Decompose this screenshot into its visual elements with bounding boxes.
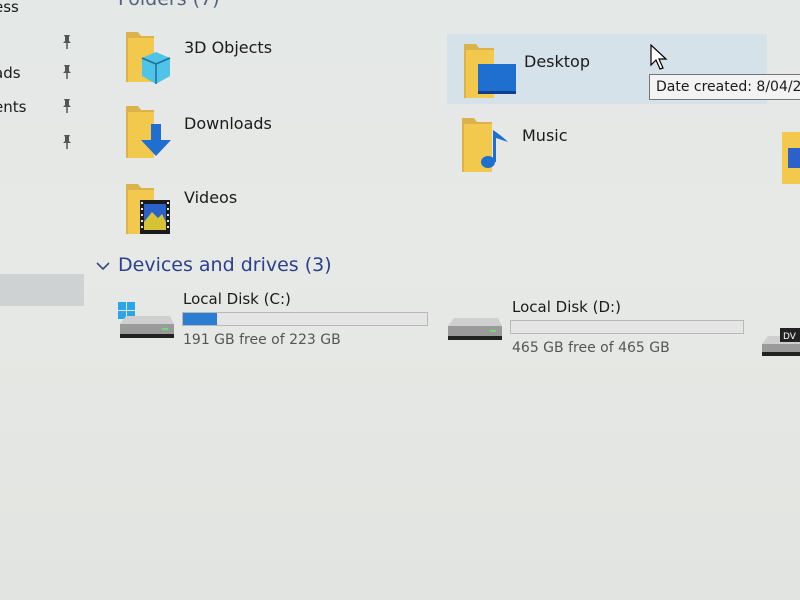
videos-folder-icon: [126, 184, 170, 234]
folder-icon-partial[interactable]: [782, 128, 800, 184]
dvd-drive-icon[interactable]: DV: [760, 322, 800, 362]
folder-videos[interactable]: Videos: [124, 180, 324, 244]
pin-icon: [63, 99, 71, 113]
nav-item-downloads[interactable]: ads: [0, 60, 84, 88]
folder-downloads[interactable]: Downloads: [124, 104, 324, 168]
folder-3d-objects[interactable]: 3D Objects: [124, 26, 324, 90]
devices-section-title: Devices and drives (3): [118, 254, 332, 276]
3d-objects-folder-icon: [126, 32, 171, 84]
windows-drive-icon: [118, 302, 174, 338]
content-area: Folders (7) 3D Objects Desktop Downloads: [92, 0, 800, 600]
folder-name: Desktop: [524, 52, 590, 71]
drive-usage-fill: [183, 313, 218, 325]
drive-free-space: 191 GB free of 223 GB: [183, 332, 341, 348]
nav-item-documents[interactable]: ents: [0, 94, 84, 122]
nav-item-pinned-4[interactable]: [0, 130, 84, 158]
drive-name: Local Disk (D:): [512, 298, 621, 316]
tooltip-text: Date created: 8/04/202: [656, 79, 800, 95]
drive-local-disk-c[interactable]: Local Disk (C:) 191 GB free of 223 GB: [116, 290, 436, 352]
folders-section-title: Folders (7): [118, 0, 220, 10]
drive-free-space: 465 GB free of 465 GB: [512, 340, 670, 356]
desktop-folder-icon: [464, 44, 516, 98]
drive-usage-bar: [182, 312, 428, 326]
folder-music[interactable]: Music: [462, 116, 662, 176]
navigation-pane: ess ads ents: [0, 0, 92, 600]
folder-name: Videos: [184, 188, 238, 207]
nav-item-pinned-1[interactable]: [0, 30, 84, 58]
pin-icon: [63, 135, 71, 149]
mouse-cursor-icon: [650, 44, 668, 70]
nav-item-label: ads: [0, 64, 21, 82]
downloads-folder-icon: [126, 106, 171, 158]
drive-usage-bar: [510, 320, 744, 334]
tooltip: Date created: 8/04/202: [649, 74, 800, 100]
nav-item-label: ents: [0, 98, 27, 116]
drive-icon: [448, 318, 502, 340]
nav-item-quick-access[interactable]: ess: [0, 0, 84, 22]
pin-icon: [63, 35, 71, 49]
dvd-label: DV: [783, 332, 797, 342]
chevron-down-icon: [96, 262, 110, 271]
drive-name: Local Disk (C:): [183, 290, 291, 308]
drive-local-disk-d[interactable]: Local Disk (D:) 465 GB free of 465 GB: [444, 298, 764, 360]
folder-name: Downloads: [184, 114, 272, 133]
music-folder-icon: [462, 118, 508, 172]
devices-section-header[interactable]: Devices and drives (3): [96, 254, 332, 276]
nav-item-label: ess: [0, 0, 19, 16]
folder-name: Music: [522, 126, 568, 145]
folder-name: 3D Objects: [184, 38, 273, 57]
folders-section-header[interactable]: Folders (7): [118, 0, 220, 10]
nav-item-this-pc-selected[interactable]: [0, 274, 84, 306]
pin-icon: [63, 65, 71, 79]
